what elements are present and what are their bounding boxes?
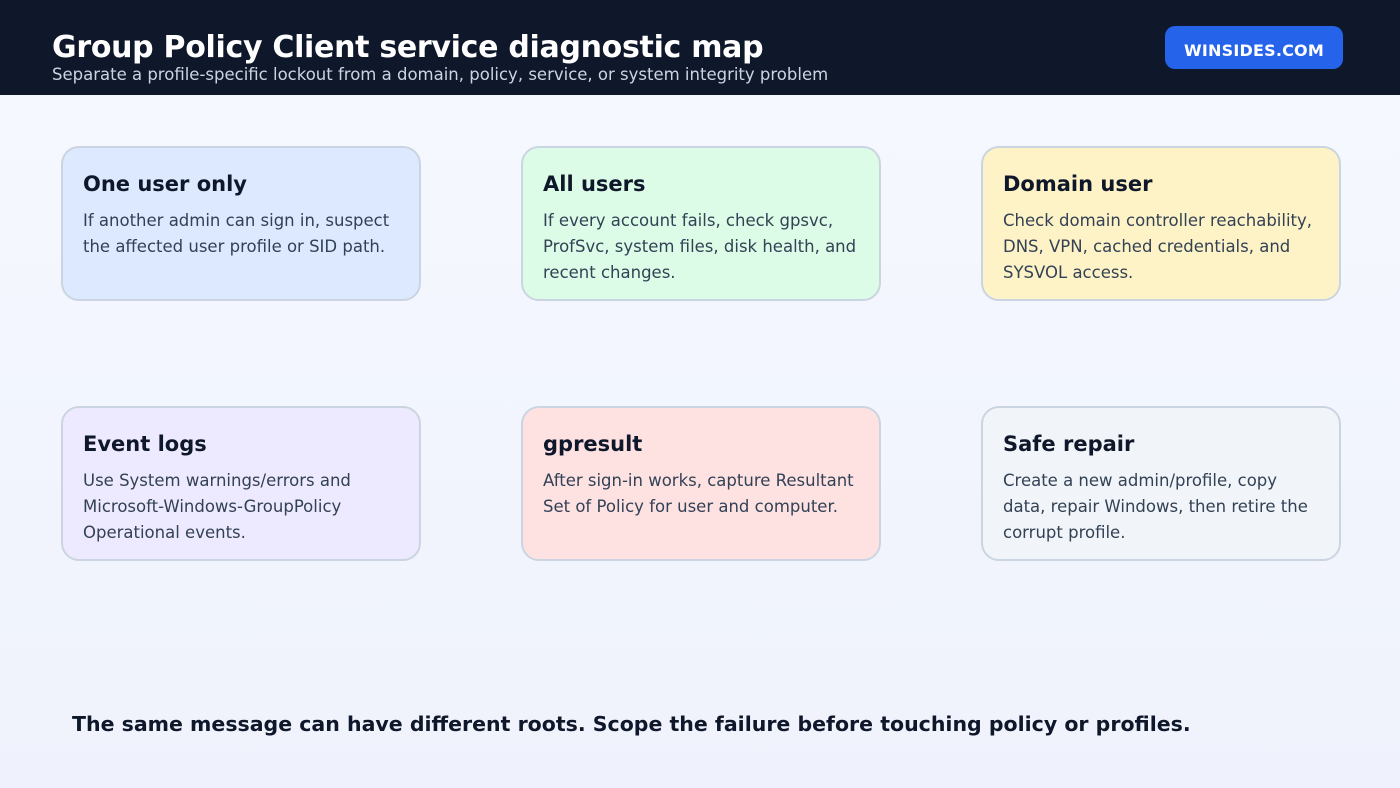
card-body: After sign-in works, capture Resultant S… <box>543 471 854 516</box>
card-title: Event logs <box>83 432 207 456</box>
card-title: One user only <box>83 172 247 196</box>
card-title: gpresult <box>543 432 643 456</box>
brand-button[interactable]: WINSIDES.COM <box>1165 26 1343 69</box>
card-body: Create a new admin/profile, copy data, r… <box>1003 471 1308 542</box>
card-safe-repair: Safe repair Create a new admin/profile, … <box>981 406 1341 561</box>
card-body: Check domain controller reachability, DN… <box>1003 211 1313 282</box>
footnote: The same message can have different root… <box>72 712 1191 736</box>
card-event-logs: Event logs Use System warnings/errors an… <box>61 406 421 561</box>
page-subtitle: Separate a profile-specific lockout from… <box>52 65 829 84</box>
card-body: Use System warnings/errors and Microsoft… <box>83 471 351 542</box>
page-title: Group Policy Client service diagnostic m… <box>52 30 764 65</box>
card-gpresult: gpresult After sign-in works, capture Re… <box>521 406 881 561</box>
card-title: Domain user <box>1003 172 1153 196</box>
card-body: If another admin can sign in, suspect th… <box>83 211 390 256</box>
header-bar: Group Policy Client service diagnostic m… <box>0 0 1400 95</box>
card-all-users: All users If every account fails, check … <box>521 146 881 301</box>
card-title: All users <box>543 172 646 196</box>
card-body: If every account fails, check gpsvc, Pro… <box>543 211 857 282</box>
card-title: Safe repair <box>1003 432 1135 456</box>
card-one-user-only: One user only If another admin can sign … <box>61 146 421 301</box>
card-domain-user: Domain user Check domain controller reac… <box>981 146 1341 301</box>
